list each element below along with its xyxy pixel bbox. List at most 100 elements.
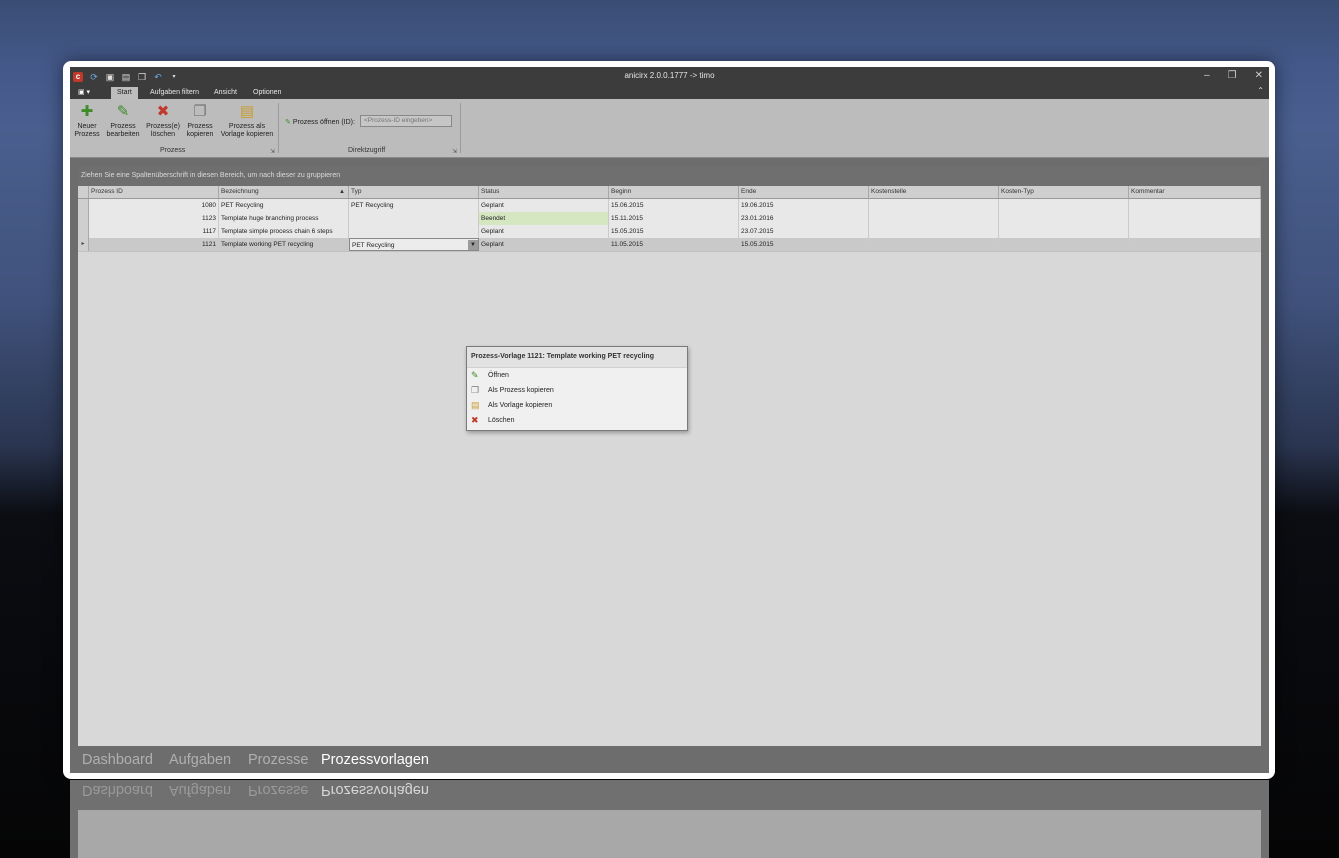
header-indicator-cell [78,186,89,198]
table-row-focused[interactable]: ▸ 1121 Template working PET recycling PE… [78,238,1261,252]
cell-typ[interactable] [349,212,479,225]
nav-dashboard[interactable]: Dashboard [82,752,153,768]
cell-ende[interactable]: 23.07.2015 [739,225,869,238]
column-header-kosten-typ[interactable]: Kosten-Typ [999,186,1129,198]
row-indicator[interactable] [78,225,89,238]
row-indicator[interactable] [78,199,89,212]
cell-kosten-typ[interactable] [999,238,1129,251]
cell-ende[interactable]: 23.01.2016 [739,212,869,225]
cell-kosten-typ[interactable] [999,199,1129,212]
nav-aufgaben[interactable]: Aufgaben [169,752,231,768]
table-row[interactable]: 1080 PET Recycling PET Recycling Geplant… [78,199,1261,213]
tab-optionen[interactable]: Optionen [247,87,287,99]
menu-item-loeschen[interactable]: ✖ Löschen [467,413,687,428]
menu-item-als-prozess-kopieren[interactable]: ❐ Als Prozess kopieren [467,383,687,398]
new-process-button[interactable]: ✚ Neuer Prozess [74,103,100,139]
cell-prozess-id[interactable]: 1123 [89,212,219,225]
cell-beginn[interactable]: 15.06.2015 [609,199,739,212]
ribbon: ✚ Neuer Prozess ✎ Prozess bearbeiten ✖ P… [70,99,1269,158]
copy-as-template-button[interactable]: ▤ Prozess als Vorlage kopieren [220,103,274,139]
cell-kommentar[interactable] [1129,238,1261,251]
cell-status[interactable]: Beendet [479,212,609,225]
cell-typ[interactable] [349,225,479,238]
cell-kosten-typ[interactable] [999,212,1129,225]
delete-icon: ✖ [471,415,479,425]
cell-kostenstelle[interactable] [869,225,999,238]
cell-kosten-typ[interactable] [999,225,1129,238]
column-header-beginn[interactable]: Beginn [609,186,739,198]
tab-aufgaben-filtern[interactable]: Aufgaben filtern [144,87,205,99]
cell-prozess-id[interactable]: 1117 [89,225,219,238]
cell-kostenstelle[interactable] [869,238,999,251]
copy-process-button[interactable]: ❐ Prozess kopieren [186,103,214,139]
cell-beginn[interactable]: 15.11.2015 [609,212,739,225]
open-icon: ✎ [471,370,479,380]
cell-beginn[interactable]: 11.05.2015 [609,238,739,251]
sort-ascending-icon: ▲ [339,189,345,195]
group-label-direktzugriff: Direktzugriff [348,147,386,154]
menu-item-als-vorlage-kopieren[interactable]: ▤ Als Vorlage kopieren [467,398,687,413]
delete-process-button[interactable]: ✖ Prozess(e) löschen [145,103,181,139]
cell-kommentar[interactable] [1129,212,1261,225]
cell-status[interactable]: Geplant [479,199,609,212]
typ-dropdown-editor[interactable]: PET Recycling ▼ [349,238,479,251]
cell-ende[interactable]: 15.05.2015 [739,238,869,251]
cell-bezeichnung[interactable]: Template simple process chain 6 steps [219,225,349,238]
window-title: anicirx 2.0.0.1777 -> timo [624,71,715,80]
new-process-icon: ✚ [80,103,94,120]
table-row[interactable]: 1123 Template huge branching process Bee… [78,212,1261,226]
app-menu-button[interactable]: ▣ ▾ [78,87,98,98]
cell-status[interactable]: Geplant [479,238,609,251]
reflection-panel [78,810,1261,858]
cell-typ[interactable]: PET Recycling [349,199,479,212]
column-header-status[interactable]: Status [479,186,609,198]
cell-bezeichnung[interactable]: Template huge branching process [219,212,349,225]
cell-bezeichnung[interactable]: Template working PET recycling [219,238,349,251]
nav-prozesse[interactable]: Prozesse [248,752,308,768]
column-header-prozess-id[interactable]: Prozess ID [89,186,219,198]
collapse-ribbon-icon[interactable]: ⌃ [1257,86,1264,95]
button-label-line2: Vorlage kopieren [220,131,274,138]
cell-bezeichnung[interactable]: PET Recycling [219,199,349,212]
reflection-nav-dashboard: Dashboard [82,782,153,798]
close-button[interactable]: ✕ [1255,70,1263,81]
cell-status[interactable]: Geplant [479,225,609,238]
button-label-line1: Prozess [187,123,213,130]
column-header-kostenstelle[interactable]: Kostenstelle [869,186,999,198]
chevron-down-icon[interactable]: ▼ [468,240,478,250]
cell-prozess-id[interactable]: 1121 [89,238,219,251]
cell-kostenstelle[interactable] [869,212,999,225]
button-label-line2: kopieren [186,131,214,138]
cell-beginn[interactable]: 15.05.2015 [609,225,739,238]
button-label-line2: löschen [150,131,176,138]
column-header-ende[interactable]: Ende [739,186,869,198]
copy-as-template-icon: ▤ [471,400,480,410]
restore-button[interactable]: ❐ [1228,70,1237,81]
cell-kommentar[interactable] [1129,199,1261,212]
column-header-bezeichnung[interactable]: Bezeichnung ▲ [219,186,349,198]
nav-prozessvorlagen[interactable]: Prozessvorlagen [321,752,429,768]
row-indicator[interactable] [78,212,89,225]
process-id-input[interactable] [360,115,452,127]
menu-item-oeffnen[interactable]: ✎ Öffnen [467,368,687,383]
cell-kostenstelle[interactable] [869,199,999,212]
focused-row-indicator[interactable]: ▸ [78,238,89,251]
button-label-line1: Prozess(e) [146,123,180,130]
group-by-panel[interactable]: Ziehen Sie eine Spaltenüberschrift in di… [78,166,1261,186]
minimize-button[interactable]: – [1204,70,1210,81]
ribbon-tab-bar: ▣ ▾ Start Aufgaben filtern Ansicht Optio… [70,86,1269,99]
tab-ansicht[interactable]: Ansicht [208,87,243,99]
cell-prozess-id[interactable]: 1080 [89,199,219,212]
table-row[interactable]: 1117 Template simple process chain 6 ste… [78,225,1261,239]
column-header-typ[interactable]: Typ [349,186,479,198]
edit-process-button[interactable]: ✎ Prozess bearbeiten [106,103,140,139]
tab-start[interactable]: Start [111,87,138,99]
group-launcher-icon[interactable]: ⇲ [452,148,457,155]
column-header-kommentar[interactable]: Kommentar [1129,186,1261,198]
group-launcher-icon[interactable]: ⇲ [270,148,275,155]
copy-as-process-icon: ❐ [471,385,480,395]
cell-kommentar[interactable] [1129,225,1261,238]
cell-ende[interactable]: 19.06.2015 [739,199,869,212]
typ-editor-value: PET Recycling [352,242,395,249]
context-menu: Prozess-Vorlage 1121: Template working P… [466,346,688,431]
